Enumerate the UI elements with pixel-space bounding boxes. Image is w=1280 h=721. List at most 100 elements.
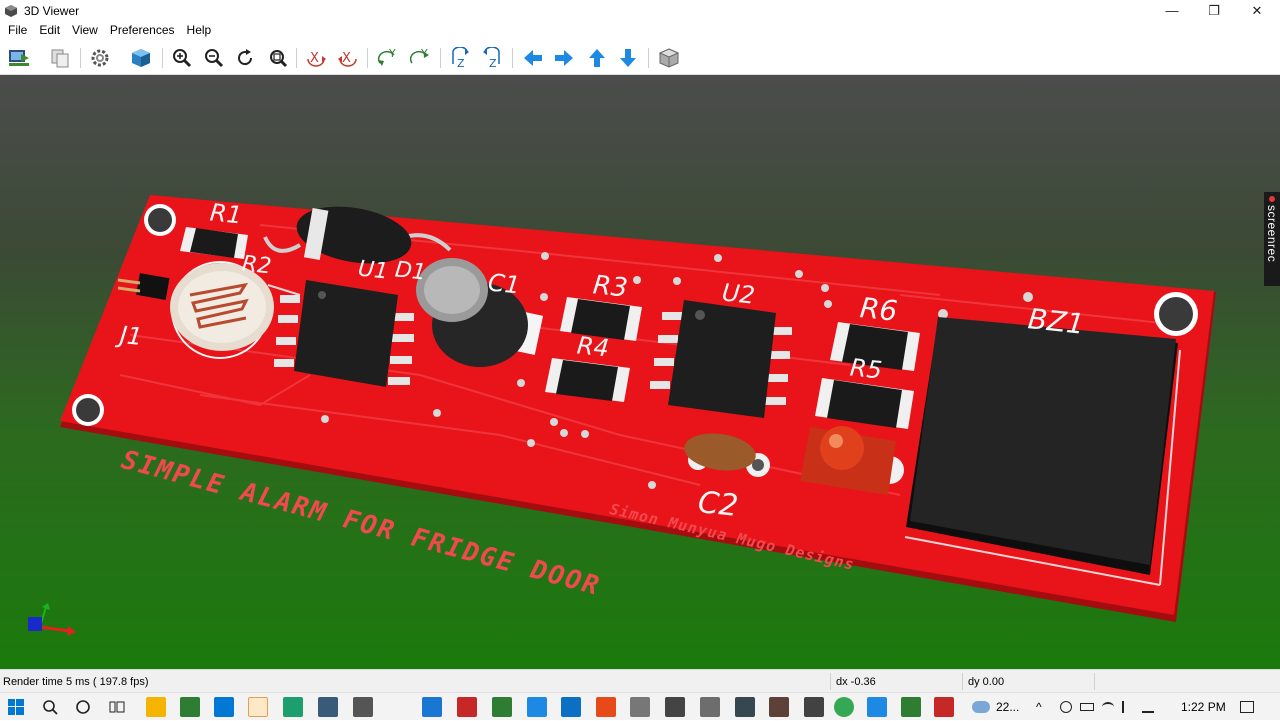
start-icon[interactable] xyxy=(6,697,26,717)
meet-now-icon[interactable] xyxy=(1060,701,1072,713)
edge-icon[interactable] xyxy=(283,697,303,717)
app-icon-blue-3[interactable] xyxy=(867,697,887,717)
mail-icon[interactable] xyxy=(214,697,234,717)
move-right-icon[interactable] xyxy=(551,45,577,71)
orthographic-icon[interactable] xyxy=(656,45,682,71)
widgets-icon[interactable] xyxy=(107,697,127,717)
tray-icons xyxy=(1060,693,1154,721)
minimize-button[interactable]: — xyxy=(1150,0,1194,21)
zoom-in-icon[interactable] xyxy=(169,45,195,71)
search-icon[interactable] xyxy=(40,697,60,717)
app-icon-red-bar[interactable] xyxy=(457,697,477,717)
task-view-icon[interactable] xyxy=(73,697,93,717)
app-icon-green-2[interactable] xyxy=(492,697,512,717)
kicad-3d-viewer-taskbar-icon[interactable] xyxy=(248,697,268,717)
app-icon-blue[interactable] xyxy=(422,697,442,717)
menu-file[interactable]: File xyxy=(0,21,33,40)
zoom-out-icon[interactable] xyxy=(201,45,227,71)
settings-icon[interactable] xyxy=(87,45,113,71)
designator-u1: U1 xyxy=(356,256,390,285)
designator-d1: D1 xyxy=(393,257,428,286)
notifications-icon[interactable] xyxy=(1240,693,1254,721)
rotate-x-ccw-icon[interactable]: X xyxy=(335,45,361,71)
menu-preferences[interactable]: Preferences xyxy=(104,21,181,40)
menu-help[interactable]: Help xyxy=(181,21,218,40)
pen-icon[interactable] xyxy=(1142,701,1154,713)
toolbar-separator xyxy=(80,48,81,68)
u2-ic xyxy=(650,300,792,418)
3d-viewport[interactable]: R1 R2 J1 U1 D1 C1 R3 R4 U2 R6 R5 BZ1 C2 … xyxy=(0,75,1280,669)
app-icon-green[interactable] xyxy=(180,697,200,717)
designator-bz1: BZ1 xyxy=(1026,302,1086,341)
file-explorer-icon[interactable] xyxy=(146,697,166,717)
app-icon-ed[interactable] xyxy=(596,697,616,717)
app-icon-f[interactable] xyxy=(804,697,824,717)
svg-text:X: X xyxy=(310,51,319,66)
app-icon-grey[interactable] xyxy=(630,697,650,717)
zoom-fit-icon[interactable] xyxy=(265,45,291,71)
chrome-icon[interactable] xyxy=(834,697,854,717)
rotate-y-cw-icon[interactable]: Y xyxy=(375,45,401,71)
app-icon-circle[interactable] xyxy=(700,697,720,717)
3d-viewer-app-icon xyxy=(5,4,17,17)
weather-text: 22... xyxy=(996,700,1020,714)
dy-readout: dy 0.00 xyxy=(968,676,1005,688)
window-title: 3D Viewer xyxy=(24,3,80,18)
title-bar: 3D Viewer — ❐ ✕ xyxy=(0,0,1280,21)
copy-icon[interactable] xyxy=(47,45,73,71)
designator-r2: R2 xyxy=(240,251,273,280)
export-image-icon[interactable] xyxy=(6,45,32,71)
volume-icon[interactable] xyxy=(1122,701,1134,713)
rotate-z-ccw-icon[interactable]: Z xyxy=(479,45,505,71)
move-up-icon[interactable] xyxy=(584,45,610,71)
app-icon-blue-2[interactable] xyxy=(527,697,547,717)
clock-time: 1:22 PM xyxy=(1181,700,1226,714)
move-left-icon[interactable] xyxy=(520,45,546,71)
status-bar: Render time 5 ms ( 197.8 fps) dx -0.36 d… xyxy=(0,669,1280,692)
app-icon-slate[interactable] xyxy=(735,697,755,717)
tray-chevron-icon[interactable]: ^ xyxy=(1036,693,1042,721)
app-icon-green-3[interactable] xyxy=(901,697,921,717)
svg-text:Z: Z xyxy=(457,57,465,69)
taskbar: 22... ^ 1:22 PM xyxy=(0,692,1280,720)
toolbar-separator xyxy=(648,48,649,68)
designator-u2: U2 xyxy=(720,278,757,310)
status-separator xyxy=(1094,673,1095,690)
menu-edit[interactable]: Edit xyxy=(33,21,66,40)
designator-r5: R5 xyxy=(848,353,884,385)
rotate-z-cw-icon[interactable]: Z xyxy=(447,45,473,71)
close-button[interactable]: ✕ xyxy=(1235,0,1279,21)
designator-r3: R3 xyxy=(591,270,630,304)
weather-widget[interactable]: 22... xyxy=(972,693,1019,721)
battery-icon[interactable] xyxy=(1080,703,1094,711)
designator-j1: J1 xyxy=(118,320,144,352)
toolbar-separator xyxy=(162,48,163,68)
toolbar-separator xyxy=(512,48,513,68)
render-mode-icon[interactable] xyxy=(128,45,154,71)
app-icon-n[interactable] xyxy=(353,697,373,717)
status-separator xyxy=(830,673,831,690)
app-icon-c[interactable] xyxy=(665,697,685,717)
designator-c1: C1 xyxy=(486,268,522,300)
rotate-x-cw-icon[interactable]: X xyxy=(303,45,329,71)
clock[interactable]: 1:22 PM xyxy=(1181,693,1226,721)
menu-view[interactable]: View xyxy=(66,21,104,40)
wifi-icon[interactable] xyxy=(1102,702,1114,712)
status-separator xyxy=(962,673,963,690)
rotate-y-ccw-icon[interactable]: Y xyxy=(407,45,433,71)
screenrec-label: screenrec xyxy=(1265,205,1279,263)
designator-r6: R6 xyxy=(858,291,899,328)
record-dot-icon xyxy=(1269,196,1275,202)
app-icon-dark[interactable] xyxy=(318,697,338,717)
toolbar-separator xyxy=(440,48,441,68)
pcb-render xyxy=(60,195,1216,622)
app-icon-red[interactable] xyxy=(388,697,408,717)
app-icon-ttp[interactable] xyxy=(561,697,581,717)
toolbar-separator xyxy=(367,48,368,68)
restore-button[interactable]: ❐ xyxy=(1192,0,1236,21)
app-icon-brown[interactable] xyxy=(769,697,789,717)
redraw-icon[interactable] xyxy=(232,45,258,71)
screen-recorder-icon[interactable] xyxy=(934,697,954,717)
move-down-icon[interactable] xyxy=(615,45,641,71)
toolbar: X X Y Y Z Z xyxy=(0,40,1280,75)
